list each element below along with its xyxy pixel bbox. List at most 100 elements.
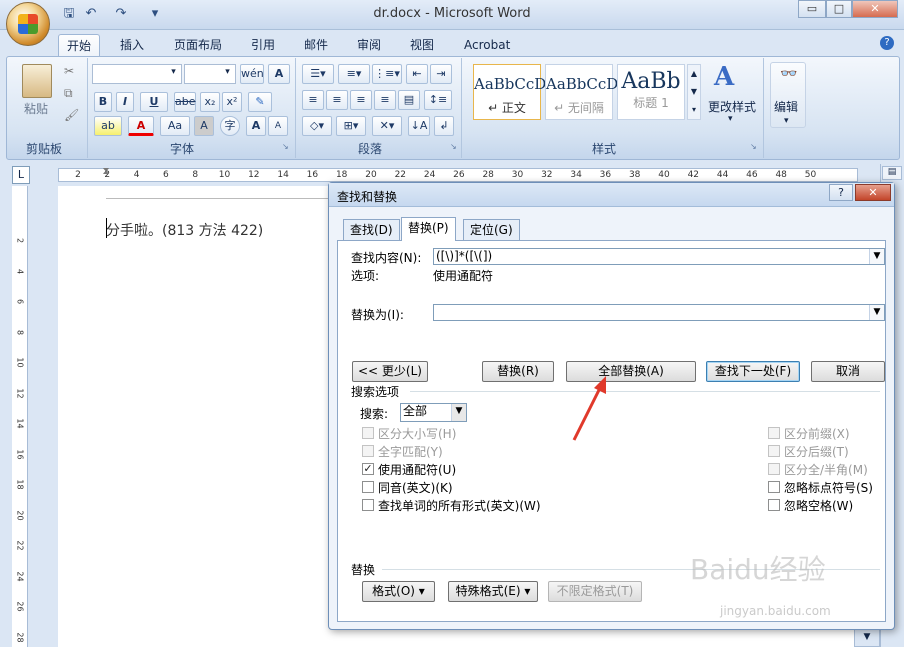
find-what-dropdown-icon[interactable]: ▼	[869, 249, 884, 264]
shading-icon[interactable]: ◇▾	[302, 116, 332, 136]
multilevel-list-icon[interactable]: ⋮≡▾	[372, 64, 402, 84]
highlight-button[interactable]: ab	[94, 116, 122, 136]
enclose-characters-icon[interactable]: 字	[220, 116, 240, 136]
tab-replace[interactable]: 替换(P)	[401, 217, 456, 241]
less-button[interactable]: << 更少(L)	[352, 361, 428, 382]
replace-button[interactable]: 替换(R)	[482, 361, 554, 382]
options-label: 选项:	[351, 269, 380, 283]
sort-icon[interactable]: ↓A	[408, 116, 430, 136]
tab-review[interactable]: 审阅	[349, 34, 389, 56]
maximize-button[interactable]: □	[826, 0, 852, 18]
cancel-button[interactable]: 取消	[811, 361, 885, 382]
clear-formatting-icon[interactable]: ✎	[248, 92, 272, 112]
shrink-font-button[interactable]: A	[268, 116, 288, 136]
style-normal[interactable]: AaBbCcD ↵ 正文	[473, 64, 546, 120]
bold-button[interactable]: B	[94, 92, 112, 112]
italic-button[interactable]: I	[116, 92, 134, 112]
document-text[interactable]: 分手啦。(813 方法 422)	[106, 220, 263, 240]
strikethrough-button[interactable]: abe	[174, 92, 196, 112]
style-no-spacing[interactable]: AaBbCcD ↵ 无间隔	[545, 64, 618, 120]
tab-page-layout[interactable]: 页面布局	[166, 34, 230, 56]
grow-font-button[interactable]: A	[246, 116, 266, 136]
office-button[interactable]	[6, 2, 50, 46]
font-name-combo[interactable]: ▾	[92, 64, 182, 84]
align-left-icon[interactable]: ≡	[302, 90, 324, 110]
tab-goto[interactable]: 定位(G)	[463, 219, 520, 240]
copy-icon[interactable]: ⧉	[64, 86, 73, 101]
left_options-checkbox-2[interactable]: ✓	[362, 463, 374, 475]
special-format-button[interactable]: 特殊格式(E) ▾	[448, 581, 538, 602]
paste-icon[interactable]	[22, 64, 52, 98]
format-painter-icon[interactable]: 🖌	[64, 108, 79, 122]
help-icon[interactable]: ?	[880, 36, 894, 50]
chinese-layout-icon[interactable]: ✕▾	[372, 116, 402, 136]
tab-insert[interactable]: 插入	[112, 34, 152, 56]
tab-references[interactable]: 引用	[243, 34, 283, 56]
distributed-icon[interactable]: ▤	[398, 90, 420, 110]
dialog-help-button[interactable]: ?	[829, 184, 853, 201]
find-what-input[interactable]: ([\)]*([\(]) ▼	[433, 248, 885, 265]
ruler-toggle-icon[interactable]: ▤	[882, 166, 902, 180]
close-window-button[interactable]: ✕	[852, 0, 898, 18]
bullets-icon[interactable]: ☰▾	[302, 64, 334, 84]
left_options-checkbox-4[interactable]	[362, 499, 374, 511]
superscript-button[interactable]: x²	[222, 92, 242, 112]
align-center-icon[interactable]: ≡	[326, 90, 348, 110]
underline-button[interactable]: U	[140, 92, 168, 112]
vruler-tick-label: 6	[15, 298, 25, 305]
font-color-button[interactable]: A	[128, 116, 154, 136]
minimize-button[interactable]: ▭	[798, 0, 826, 18]
dialog-title-bar[interactable]: 查找和替换	[329, 183, 894, 207]
paragraph-dialog-launcher-icon[interactable]: ↘	[450, 142, 457, 151]
character-shading-icon[interactable]: A	[194, 116, 214, 136]
decrease-indent-icon[interactable]: ⇤	[406, 64, 428, 84]
increase-indent-icon[interactable]: ⇥	[430, 64, 452, 84]
change-case-button[interactable]: Aa	[160, 116, 190, 136]
scroll-down-icon[interactable]: ▼	[854, 628, 880, 647]
show-marks-icon[interactable]: ↲	[434, 116, 454, 136]
search-direction-select[interactable]: 全部 ▼	[400, 403, 467, 422]
subscript-button[interactable]: x₂	[200, 92, 220, 112]
borders-icon[interactable]: ⊞▾	[336, 116, 366, 136]
clipboard-group-label: 剪贴板	[25, 142, 62, 156]
header-line	[106, 198, 346, 199]
phonetic-guide-icon[interactable]: wén	[240, 64, 264, 84]
cut-icon[interactable]: ✂	[64, 64, 74, 78]
tab-find[interactable]: 查找(D)	[343, 219, 400, 240]
vruler-tick-label: 26	[15, 601, 25, 612]
replace-with-input[interactable]: ▼	[433, 304, 885, 321]
tab-home[interactable]: 开始	[58, 34, 101, 56]
numbering-icon[interactable]: ≡▾	[338, 64, 370, 84]
change-styles-icon[interactable]: A	[714, 62, 734, 92]
replace-with-dropdown-icon[interactable]: ▼	[869, 305, 884, 320]
change-styles-dropdown-icon[interactable]: ▾	[728, 114, 733, 124]
tab-view[interactable]: 视图	[402, 34, 442, 56]
font-dialog-launcher-icon[interactable]: ↘	[282, 142, 289, 151]
tab-mailings[interactable]: 邮件	[296, 34, 336, 56]
format-button[interactable]: 格式(O) ▾	[362, 581, 435, 602]
ruler-tick-label: 16	[306, 170, 319, 180]
dialog-close-button[interactable]: ✕	[855, 184, 891, 201]
vruler-tick-label: 10	[15, 357, 25, 368]
vruler-tick-label: 20	[15, 509, 25, 521]
right_options-checkbox-4[interactable]	[768, 499, 780, 511]
change-styles-button[interactable]: 更改样式	[708, 98, 756, 115]
align-right-icon[interactable]: ≡	[350, 90, 372, 110]
indent-marker-icon[interactable]: ⧗	[101, 166, 111, 184]
tab-acrobat[interactable]: Acrobat	[456, 34, 518, 56]
find-next-button[interactable]: 查找下一处(F)	[706, 361, 800, 382]
styles-scroll-icon[interactable]: ▲ ▼ ▾	[687, 64, 701, 120]
left_options-checkbox-3[interactable]	[362, 481, 374, 493]
line-spacing-icon[interactable]: ↕≡	[424, 90, 452, 110]
tab-selector-icon[interactable]: L	[12, 166, 30, 184]
styles-dialog-launcher-icon[interactable]: ↘	[750, 142, 757, 151]
search-direction-dropdown-icon[interactable]: ▼	[451, 404, 466, 421]
no-formatting-button: 不限定格式(T)	[548, 581, 642, 602]
character-border-icon[interactable]: A	[268, 64, 290, 84]
justify-icon[interactable]: ≡	[374, 90, 396, 110]
right_options-checkbox-3[interactable]	[768, 481, 780, 493]
ruler-tick-label: 10	[218, 170, 231, 180]
font-size-combo[interactable]: ▾	[184, 64, 236, 84]
paste-button[interactable]: 粘贴	[24, 100, 48, 117]
style-heading-1[interactable]: AaBb 标题 1	[617, 64, 685, 120]
